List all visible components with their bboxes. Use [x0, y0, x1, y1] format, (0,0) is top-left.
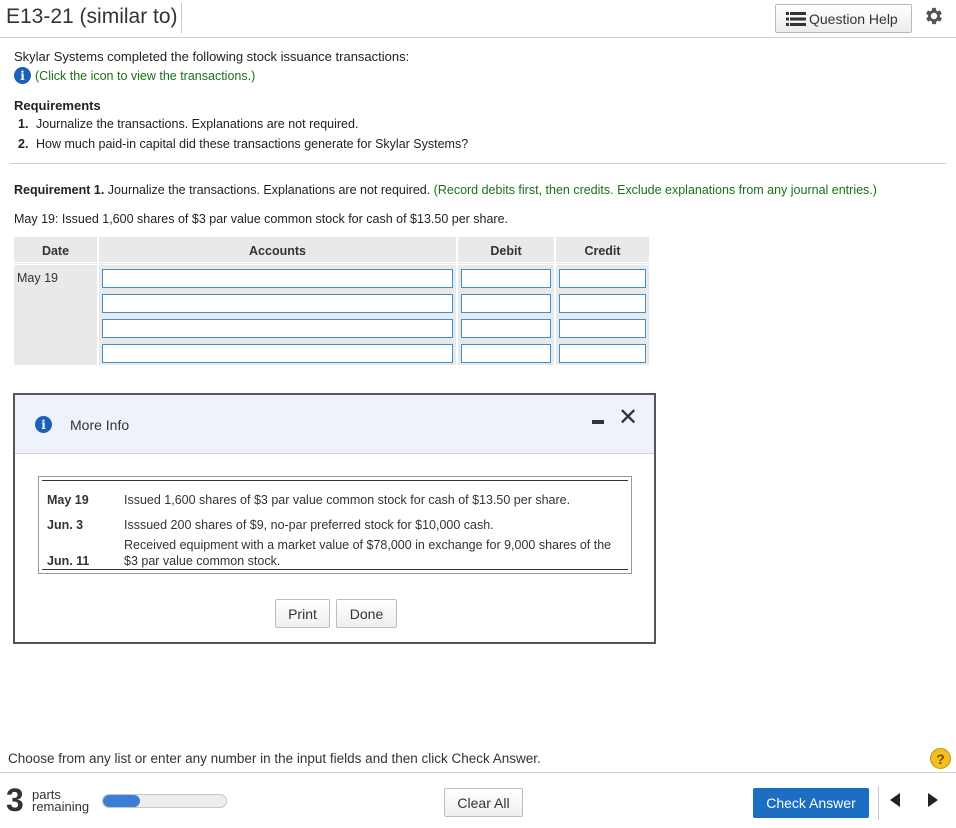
transaction-text: Issued 1,600 shares of $3 par value comm…	[124, 493, 571, 507]
account-input[interactable]	[102, 319, 453, 338]
intro-text: Skylar Systems completed the following s…	[14, 49, 410, 64]
requirement-number: 2.	[18, 137, 29, 151]
requirements-title: Requirements	[14, 98, 101, 113]
nav-divider	[878, 786, 879, 820]
transaction-description: May 19: Issued 1,600 shares of $3 par va…	[14, 212, 509, 226]
clear-all-button[interactable]: Clear All	[444, 788, 523, 817]
check-answer-button[interactable]: Check Answer	[753, 788, 869, 818]
transaction-date: May 19	[47, 493, 89, 507]
dialog-title: More Info	[70, 417, 130, 433]
gear-icon[interactable]	[923, 5, 945, 27]
requirement1-text: Journalize the transactions. Explanation…	[104, 183, 434, 197]
column-header-date: Date	[41, 243, 70, 258]
triangle-right-icon[interactable]	[927, 793, 938, 807]
header-divider	[0, 37, 956, 38]
dialog-header-divider	[15, 453, 654, 454]
transactions-table: May 19 Issued 1,600 shares of $3 par val…	[38, 476, 632, 574]
requirement1-heading: Requirement 1. Journalize the transactio…	[14, 183, 877, 197]
print-button[interactable]: Print	[275, 599, 330, 628]
transaction-date: Jun. 3	[47, 518, 84, 532]
instructions-text: Choose from any list or enter any number…	[8, 751, 541, 766]
requirement1-hint: (Record debits first, then credits. Excl…	[433, 183, 877, 197]
parts-remaining-count: 3	[6, 782, 24, 818]
requirement1-label: Requirement 1.	[14, 183, 105, 197]
parts-label-line2: remaining	[32, 799, 90, 814]
info-icon[interactable]: i	[14, 67, 31, 84]
debit-input[interactable]	[461, 319, 551, 338]
column-separator	[97, 237, 99, 365]
transaction-text: Isssued 200 shares of $9, no-par preferr…	[124, 518, 494, 532]
parts-remaining-label: parts remaining	[32, 788, 90, 814]
requirement-text: Journalize the transactions. Explanation…	[36, 117, 359, 131]
help-icon[interactable]: ?	[930, 748, 951, 769]
info-link-text[interactable]: (Click the icon to view the transactions…	[35, 69, 255, 83]
section-divider	[10, 163, 946, 164]
debit-input[interactable]	[461, 344, 551, 363]
column-header-debit: Debit	[490, 243, 522, 258]
account-input[interactable]	[102, 294, 453, 313]
account-input[interactable]	[102, 344, 453, 363]
transactions-table-inner: May 19 Issued 1,600 shares of $3 par val…	[42, 480, 628, 570]
page-title: E13-21 (similar to)	[6, 5, 178, 28]
header-rule	[14, 262, 649, 265]
credit-input[interactable]	[559, 294, 646, 313]
credit-input[interactable]	[559, 319, 646, 338]
list-icon	[786, 11, 806, 26]
done-button[interactable]: Done	[336, 599, 397, 628]
question-help-label: Question Help	[809, 10, 898, 27]
close-icon[interactable]: ✕	[618, 403, 638, 431]
title-divider	[181, 3, 182, 33]
question-help-button[interactable]: Question Help	[775, 4, 912, 33]
debit-input[interactable]	[461, 269, 551, 288]
footer-divider	[0, 772, 956, 773]
info-icon: i	[35, 416, 52, 433]
journal-table: Date Accounts Debit Credit May 19	[14, 237, 649, 365]
credit-input[interactable]	[559, 269, 646, 288]
debit-input[interactable]	[461, 294, 551, 313]
date-cell: May 19	[17, 271, 58, 285]
transaction-text: Received equipment with a market value o…	[124, 538, 612, 568]
column-separator	[554, 237, 556, 365]
requirement-item: 2. How much paid-in capital did these tra…	[18, 137, 468, 151]
transaction-date: Jun. 11	[47, 554, 90, 568]
progress-bar	[102, 794, 227, 808]
requirement-number: 1.	[18, 117, 29, 131]
credit-input[interactable]	[559, 344, 646, 363]
triangle-left-icon[interactable]	[890, 793, 901, 807]
column-header-credit: Credit	[584, 243, 621, 258]
requirement-text: How much paid-in capital did these trans…	[36, 137, 469, 151]
account-input[interactable]	[102, 269, 453, 288]
progress-fill	[103, 795, 140, 807]
minimize-icon[interactable]	[592, 420, 604, 424]
column-separator	[456, 237, 458, 365]
requirement-item: 1. Journalize the transactions. Explanati…	[18, 117, 358, 131]
column-header-accounts: Accounts	[249, 243, 306, 258]
more-info-dialog: i More Info ✕ May 19 Issued 1,600 shares…	[13, 393, 656, 644]
transactions-info-link[interactable]: i (Click the icon to view the transactio…	[14, 67, 255, 84]
